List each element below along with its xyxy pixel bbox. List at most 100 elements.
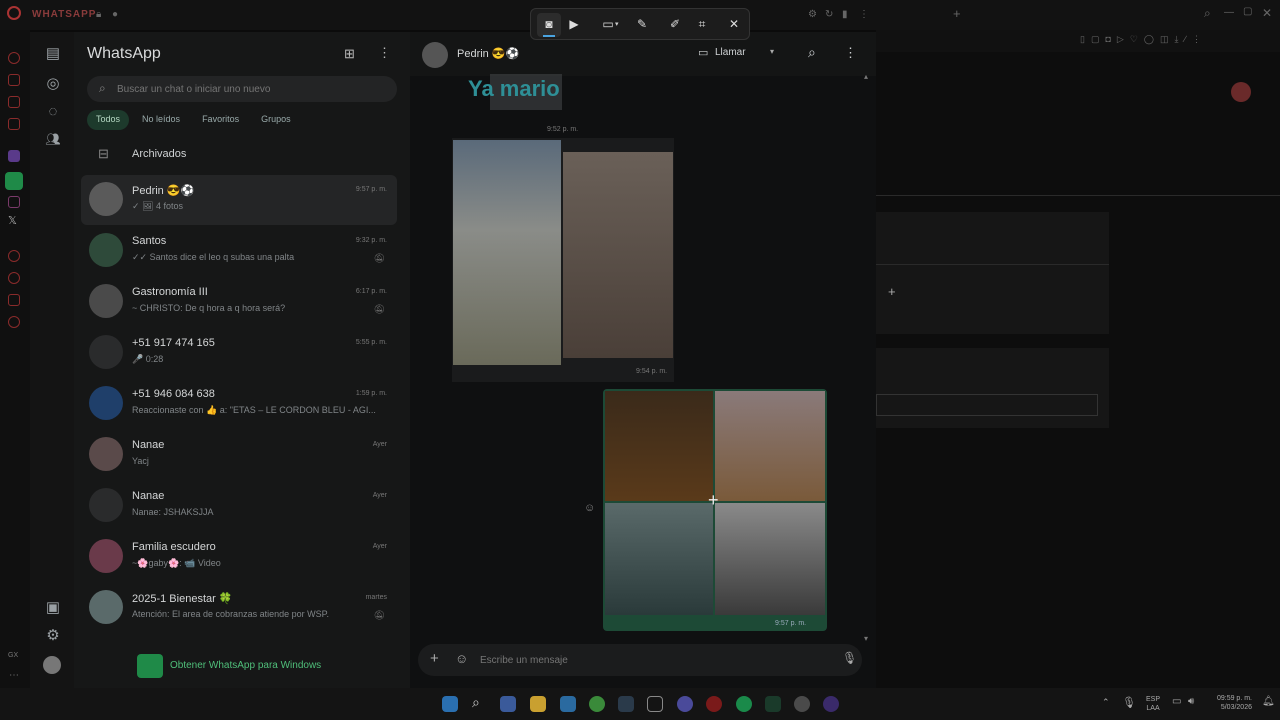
chat-search-icon[interactable]: ⌕ <box>808 44 816 61</box>
gx-corner-icon[interactable] <box>8 96 20 108</box>
outlook-icon[interactable] <box>560 696 576 712</box>
photo-1[interactable] <box>605 391 713 501</box>
new-tab-icon[interactable]: + <box>953 6 961 21</box>
chat-item-nanae-2[interactable]: Nanae Ayer Nanae: JSHAKSJJA <box>81 481 397 531</box>
emoji-icon[interactable]: ☺ <box>455 651 468 666</box>
copilot-icon[interactable] <box>500 696 516 712</box>
text-extract-icon[interactable]: ⌗ <box>693 17 711 32</box>
spotify-icon[interactable] <box>736 696 752 712</box>
chat-item-bienestar[interactable]: 2025-1 Bienestar 🍀 martes Atención: El a… <box>81 583 397 633</box>
camera-icon[interactable]: ◙ <box>540 17 558 31</box>
close-window-icon[interactable]: ✕ <box>1262 6 1272 20</box>
tray-mic-icon[interactable]: 🎙︎ <box>1122 696 1136 709</box>
contact-avatar[interactable] <box>422 42 448 68</box>
attach-plus-icon[interactable]: + <box>430 650 439 667</box>
notifications-icon[interactable]: 🔔︎ <box>1262 696 1275 707</box>
channels-icon[interactable]: ◌ <box>44 103 62 120</box>
menu-icon[interactable]: ⋮ <box>378 45 391 61</box>
photo-2[interactable] <box>715 391 825 501</box>
new-chat-icon[interactable]: ⊞ <box>344 46 355 62</box>
opera-gx-icon[interactable] <box>706 696 722 712</box>
filter-groups[interactable]: Grupos <box>252 110 300 130</box>
archived-row[interactable]: ⊟ Archivados <box>74 140 410 168</box>
settings-gear-icon[interactable]: ⚙ <box>44 626 62 644</box>
app-icon[interactable] <box>647 696 663 712</box>
gx-label-icon: GX <box>8 652 19 659</box>
language-indicator[interactable]: ESP LAA <box>1146 695 1160 713</box>
settings-icon[interactable]: ⚙ <box>808 9 817 20</box>
x-twitter-icon[interactable]: 𝕏 <box>8 214 17 227</box>
tray-expand-icon[interactable]: ⌃ <box>1102 697 1110 708</box>
reload-icon[interactable]: ↻ <box>825 9 833 20</box>
edit-region-icon[interactable]: ✎ <box>633 17 651 31</box>
whatsapp-sidebar-icon[interactable] <box>5 172 23 190</box>
filter-unread[interactable]: No leídos <box>133 110 189 130</box>
filter-favorites[interactable]: Favoritos <box>193 110 248 130</box>
instagram-icon[interactable] <box>8 196 20 208</box>
status-icon[interactable]: ◎ <box>44 74 62 92</box>
taskbar-search-icon[interactable]: ⌕ <box>472 694 480 711</box>
file-explorer-icon[interactable] <box>530 696 546 712</box>
filter-all[interactable]: Todos <box>87 110 130 130</box>
clock[interactable]: 09:59 p. m. 5/03/2026 <box>1206 694 1252 712</box>
scroll-down-icon[interactable]: ▾ <box>864 634 868 643</box>
discord-icon[interactable] <box>677 696 693 712</box>
more-icon[interactable]: ⋮ <box>859 9 869 20</box>
volume-icon[interactable]: 🔊︎ <box>1188 696 1194 707</box>
photo-4[interactable] <box>715 503 825 615</box>
chrome-icon[interactable] <box>589 696 605 712</box>
minimize-icon[interactable]: — <box>1224 7 1234 18</box>
page-input[interactable] <box>876 394 1098 416</box>
chevron-down-icon[interactable]: ▾ <box>615 20 619 28</box>
media-icon[interactable]: ▣ <box>44 598 62 616</box>
opera-logo-icon[interactable] <box>7 6 21 20</box>
pen-icon[interactable]: ✐ <box>666 17 684 31</box>
add-icon[interactable]: + <box>888 284 896 299</box>
chat-item-familia[interactable]: Familia escudero Ayer ~🌸gaby🌸: 📹 Video <box>81 532 397 582</box>
history-icon[interactable] <box>8 272 20 284</box>
chat-item-946[interactable]: +51 946 084 638 1:59 p. m. Reaccionaste … <box>81 379 397 429</box>
opera-settings-icon[interactable] <box>8 316 20 328</box>
chat-item-917[interactable]: +51 917 474 165 5:55 p. m. 🎤 0:28 <box>81 328 397 378</box>
steam-icon[interactable] <box>618 696 634 712</box>
communities-icon[interactable]: 👥︎ <box>44 132 62 146</box>
call-button[interactable]: Llamar <box>715 47 746 58</box>
app-icon-3[interactable] <box>823 696 839 712</box>
chat-menu-icon[interactable]: ⋮ <box>844 45 857 61</box>
react-emoji-icon[interactable]: ☺ <box>584 502 595 514</box>
photo-selfie[interactable] <box>563 152 673 358</box>
browser-search-icon[interactable]: ⌕ <box>1204 6 1211 21</box>
extensions-icon[interactable] <box>8 294 20 306</box>
toolbar-icons[interactable]: ▯▢◘▷♡◯◫⤓∕⋮ <box>1080 34 1207 45</box>
chat-item-pedrin[interactable]: Pedrin 😎⚽ 9:57 p. m. ✓ 🖼 4 fotos <box>81 175 397 225</box>
terminal-icon[interactable] <box>765 696 781 712</box>
microphone-icon[interactable]: 🎙︎ <box>842 651 857 665</box>
sidebar-more-icon[interactable]: ⋯ <box>9 670 19 681</box>
message-input[interactable] <box>480 652 780 668</box>
aria-icon[interactable] <box>8 52 20 64</box>
news-icon[interactable] <box>8 118 20 130</box>
player-icon[interactable] <box>8 250 20 262</box>
page-avatar[interactable] <box>1231 82 1251 102</box>
maximize-icon[interactable]: ▢ <box>1243 6 1252 17</box>
close-snip-icon[interactable]: ✕ <box>725 17 743 31</box>
chat-name: Nanae <box>132 490 165 502</box>
network-icon[interactable]: ▭ <box>1172 696 1181 707</box>
chat-item-gastronomia[interactable]: Gastronomía III 6:17 p. m. ~ CHRISTO: De… <box>81 277 397 327</box>
chats-icon[interactable]: ▤ <box>44 44 62 62</box>
photo-3[interactable] <box>605 503 713 615</box>
chat-item-santos[interactable]: Santos 9:32 p. m. ✓✓ Santos dice el leo … <box>81 226 397 276</box>
twitch-icon[interactable] <box>8 150 20 162</box>
record-icon[interactable]: ▶︎ <box>565 17 583 31</box>
photo-message[interactable]: 9:54 p. m. <box>452 138 674 382</box>
photo-person-blue-cap[interactable] <box>453 140 561 365</box>
profile-avatar[interactable] <box>43 656 61 674</box>
search-input[interactable] <box>117 80 387 98</box>
scroll-up-icon[interactable]: ▴ <box>864 72 868 81</box>
app-icon-2[interactable] <box>794 696 810 712</box>
start-windows-icon[interactable] <box>442 696 458 712</box>
chevron-down-icon[interactable]: ▾ <box>770 47 774 56</box>
bag-icon[interactable] <box>8 74 20 86</box>
chat-item-nanae[interactable]: Nanae Ayer Yacj <box>81 430 397 480</box>
contact-name[interactable]: Pedrin 😎⚽ <box>457 47 519 60</box>
